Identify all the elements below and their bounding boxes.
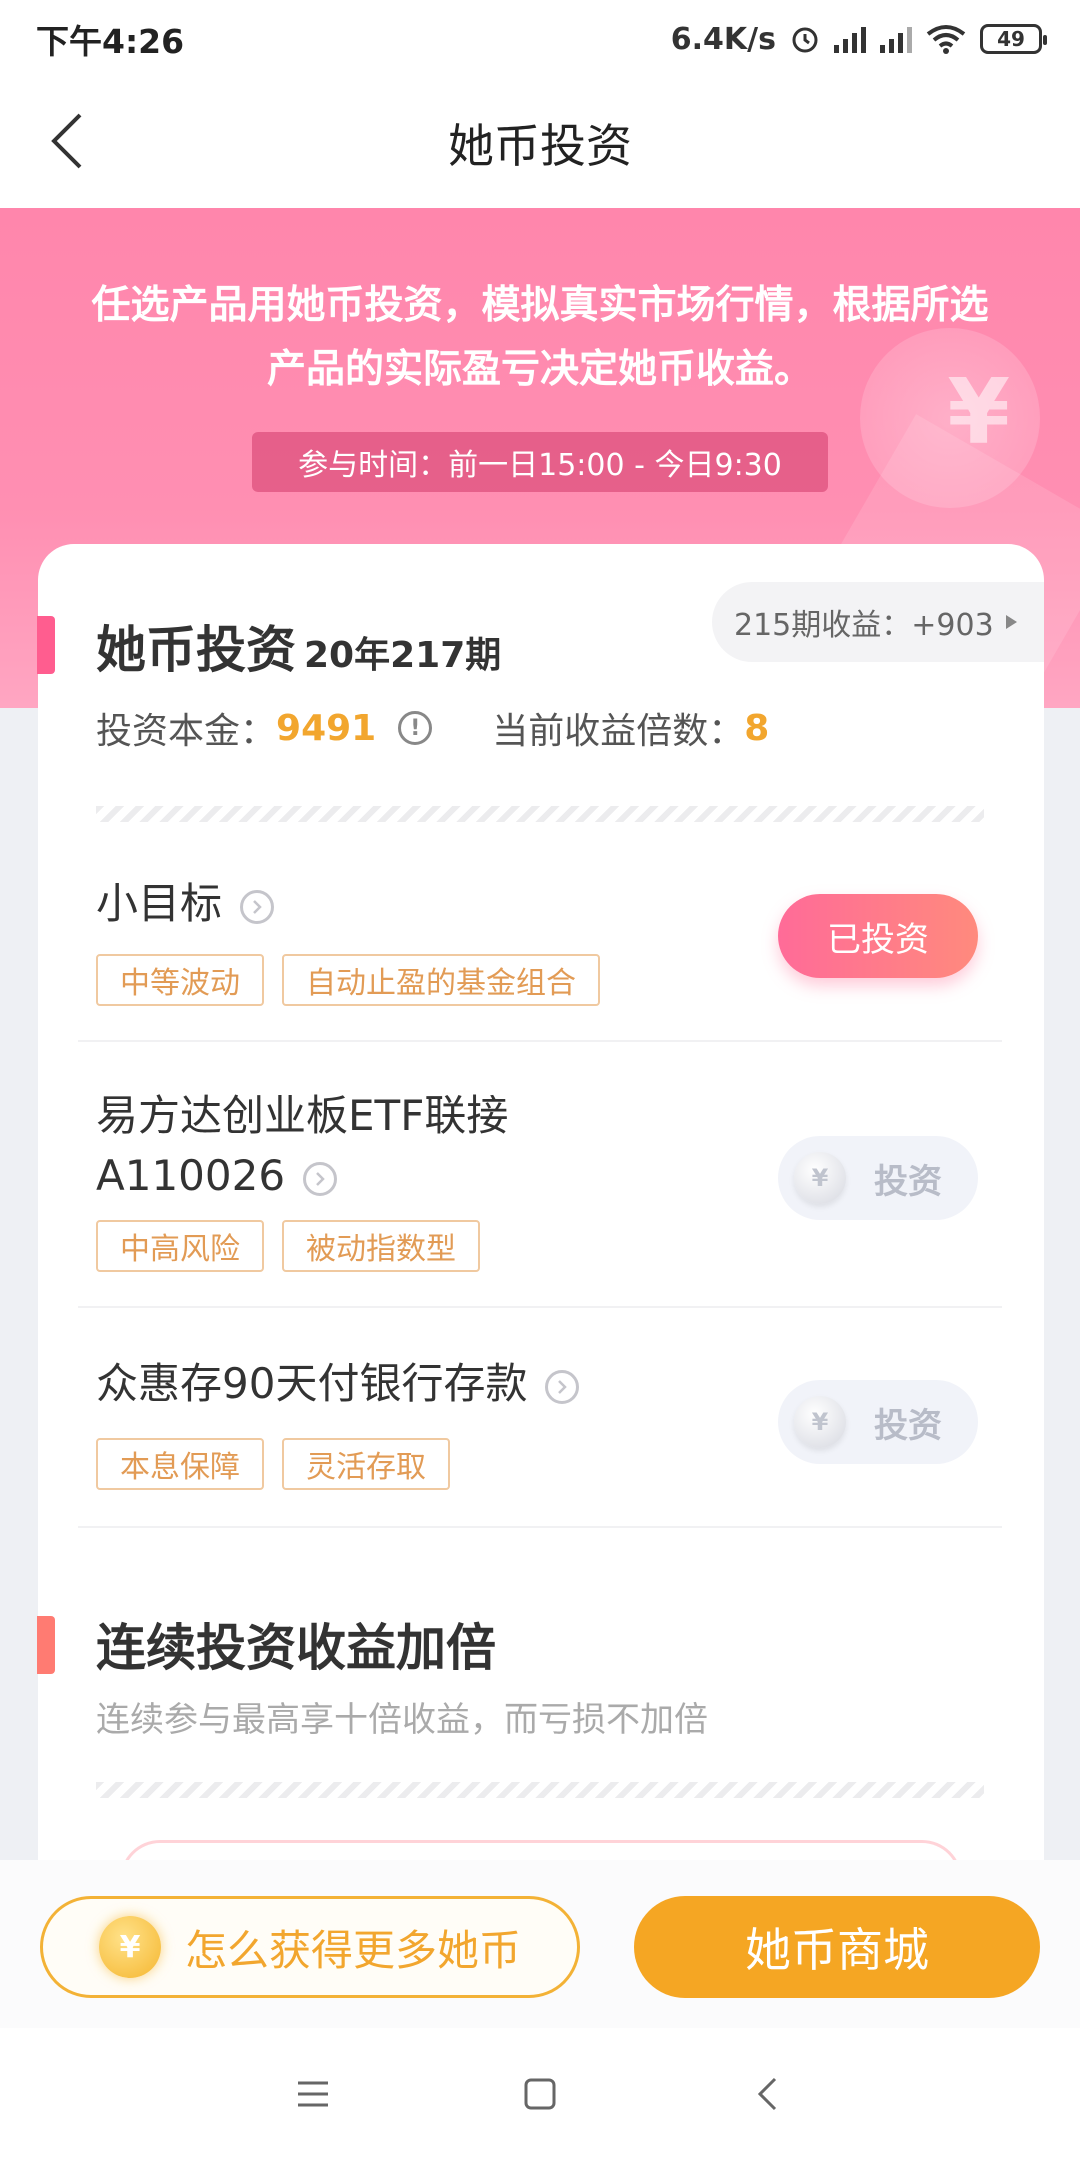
- section-accent-bar: [37, 616, 55, 674]
- principal-label: 投资本金：: [96, 711, 277, 752]
- product-tag: 本息保障: [96, 1438, 264, 1490]
- product-item[interactable]: 众惠存90天付银行存款 本息保障 灵活存取 ¥ 投资: [78, 1308, 1002, 1528]
- product-name-row[interactable]: 小目标: [96, 874, 275, 934]
- get-more-coins-button[interactable]: ¥ 怎么获得更多她币: [40, 1896, 580, 1998]
- alarm-icon: [792, 27, 818, 53]
- battery-level: 49: [997, 27, 1025, 51]
- bonus-title: 连续投资收益加倍: [96, 1619, 496, 1677]
- product-code: A110026: [96, 1151, 286, 1200]
- coin-icon: ¥: [794, 1396, 846, 1448]
- previous-earnings-chip[interactable]: 215期收益：+903: [712, 582, 1044, 662]
- invest-button-label: 投资: [874, 1161, 942, 1202]
- system-nav-bar: [0, 2028, 1080, 2160]
- info-icon[interactable]: !: [398, 711, 433, 745]
- multiplier-value: 8: [744, 707, 770, 749]
- section-accent-bar: [37, 1616, 55, 1674]
- coin-mall-button[interactable]: 她币商城: [634, 1896, 1040, 1998]
- get-more-coins-label: 怎么获得更多她币: [185, 1925, 522, 1975]
- invested-button[interactable]: 已投资: [778, 894, 978, 978]
- menu-button[interactable]: [283, 2064, 343, 2124]
- invest-button-label: 投资: [874, 1405, 942, 1446]
- period-label: 20年217期: [304, 635, 502, 676]
- page-title: 她币投资: [448, 119, 632, 173]
- multiplier-label: 当前收益倍数：: [492, 711, 745, 752]
- triangle-right-icon: [1005, 615, 1017, 629]
- product-name-row[interactable]: 易方达创业板ETF联接 A110026: [96, 1086, 508, 1206]
- product-name: 小目标: [96, 879, 223, 928]
- system-back-button[interactable]: [737, 2064, 797, 2124]
- coin-icon: ¥: [794, 1152, 846, 1204]
- back-arrow-icon: [757, 2077, 776, 2111]
- product-name-row[interactable]: 众惠存90天付银行存款: [96, 1354, 580, 1414]
- wifi-icon: [926, 25, 966, 54]
- status-time: 下午4:26: [36, 22, 185, 61]
- product-tag: 自动止盈的基金组合: [282, 954, 600, 1006]
- bottom-action-bar: ¥ 怎么获得更多她币 她币商城: [0, 1860, 1080, 2028]
- investment-title: 她币投资: [96, 621, 296, 679]
- product-tags: 中等波动 自动止盈的基金组合: [96, 954, 600, 1006]
- menu-icon: [298, 2081, 329, 2107]
- divider-hatch: [96, 806, 984, 822]
- participation-time: 参与时间：前一日15:00 - 今日9:30: [252, 432, 828, 492]
- banner-description: 任选产品用她币投资，模拟真实市场行情，根据所选产品的实际盈亏决定她币收益。: [91, 283, 989, 392]
- home-button[interactable]: [510, 2064, 570, 2124]
- principal-value: 9491: [276, 707, 377, 749]
- product-tags: 中高风险 被动指数型: [96, 1220, 480, 1272]
- product-tag: 中高风险: [96, 1220, 264, 1272]
- chevron-right-circle-icon: [303, 1161, 338, 1196]
- coin-icon: ¥: [99, 1916, 161, 1978]
- product-tag: 灵活存取: [282, 1438, 450, 1490]
- network-speed: 6.4K/s: [670, 21, 776, 57]
- product-name: 众惠存90天付银行存款: [96, 1359, 528, 1408]
- signal-icon: [834, 25, 866, 53]
- product-tags: 本息保障 灵活存取: [96, 1438, 450, 1490]
- investment-title-row: 她币投资 20年217期: [96, 610, 501, 682]
- invest-button[interactable]: ¥ 投资: [778, 1380, 978, 1464]
- back-button[interactable]: [32, 106, 102, 176]
- product-name: 易方达创业板ETF联接: [96, 1091, 509, 1140]
- product-item[interactable]: 小目标 中等波动 自动止盈的基金组合 已投资: [78, 846, 1002, 1042]
- chevron-left-icon: [51, 113, 82, 169]
- battery-icon: 49: [980, 24, 1047, 54]
- invest-button[interactable]: ¥ 投资: [778, 1136, 978, 1220]
- stats-row: 投资本金： 9491 ! 当前收益倍数： 8: [96, 702, 769, 754]
- divider-hatch: [96, 1782, 984, 1798]
- product-item[interactable]: 易方达创业板ETF联接 A110026 中高风险 被动指数型 ¥ 投资: [78, 1042, 1002, 1308]
- investment-card: 她币投资 20年217期 215期收益：+903 投资本金： 9491 ! 当前收…: [37, 544, 1044, 1880]
- bonus-subtitle: 连续参与最高享十倍收益，而亏损不加倍: [96, 1700, 708, 1740]
- previous-earnings-label: 215期收益：+903: [734, 608, 994, 643]
- status-bar: 下午4:26 6.4K/s 49: [0, 0, 1080, 78]
- screen: 下午4:26 6.4K/s 49 她币投资 ¥ 任选产品用她币投资，模拟真实市场…: [0, 0, 1080, 2160]
- status-indicators: 6.4K/s 49: [670, 21, 1047, 57]
- product-tag: 被动指数型: [282, 1220, 480, 1272]
- home-square-icon: [524, 2078, 556, 2110]
- chevron-right-circle-icon: [545, 1369, 580, 1404]
- chevron-right-circle-icon: [240, 889, 275, 924]
- signal-icon-2: [880, 25, 912, 53]
- nav-bar: 她币投资: [0, 78, 1080, 208]
- product-tag: 中等波动: [96, 954, 264, 1006]
